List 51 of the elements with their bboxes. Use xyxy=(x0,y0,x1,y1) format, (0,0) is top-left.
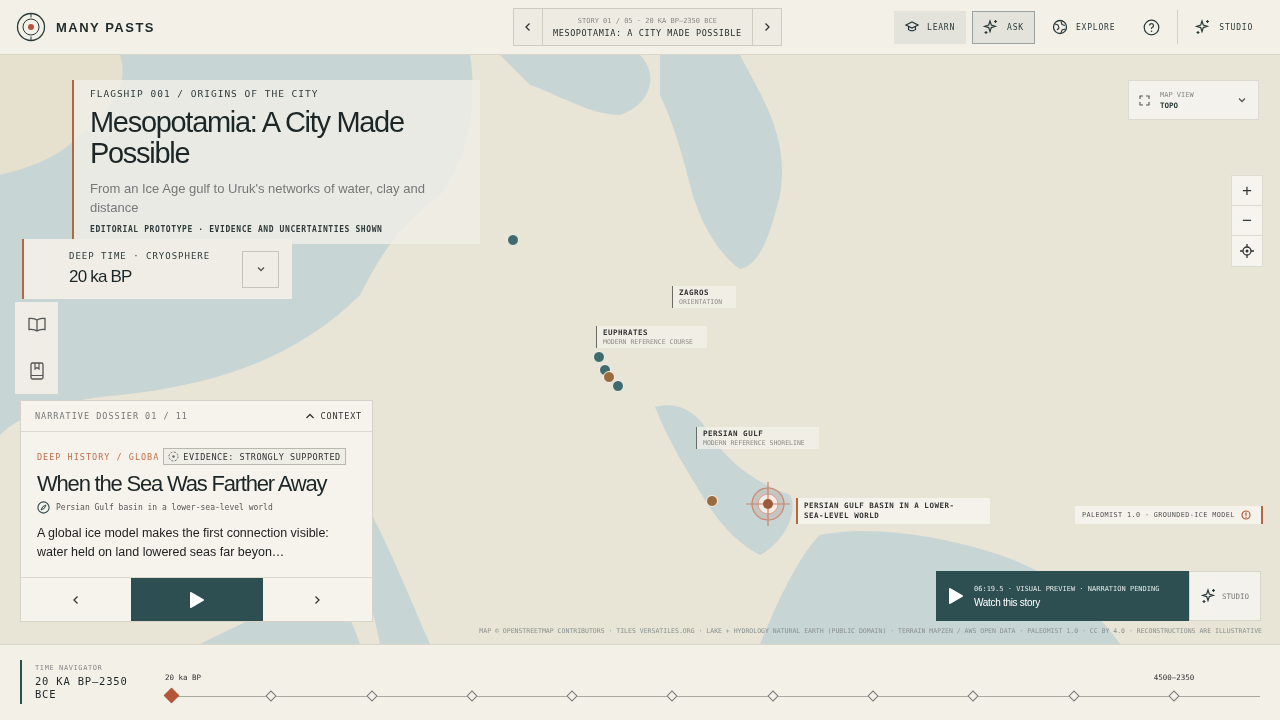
story-subtitle: From an Ice Age gulf to Uruk's networks of water, clay and distance xyxy=(90,180,426,217)
ask-button[interactable]: ASK xyxy=(972,10,1035,44)
chapter-summary: A global ice model makes the first connection visible: water held on land lowered seas far beyon… xyxy=(37,525,330,561)
dashed-circle-icon xyxy=(168,451,180,462)
studio-button[interactable]: STUDIO xyxy=(1184,10,1264,44)
explore-button[interactable]: EXPLORE xyxy=(1040,10,1127,44)
globe-icon xyxy=(1051,19,1068,35)
chevron-left-icon xyxy=(523,22,533,32)
timeline-stop[interactable] xyxy=(967,690,980,702)
time-range: 20 KA BP–2350 BCE xyxy=(35,675,129,701)
timeline-stop[interactable] xyxy=(767,690,779,702)
open-book-icon xyxy=(26,316,47,334)
timeline-stop[interactable] xyxy=(1168,690,1180,702)
evidence-badge: EVIDENCE: STRONGLY SUPPORTED xyxy=(163,448,346,465)
crosshair-icon xyxy=(1240,244,1254,258)
target-marker-icon xyxy=(744,480,792,528)
sparkle-icon xyxy=(983,19,1000,35)
timeline-stop[interactable] xyxy=(265,690,277,702)
timeline-stop[interactable] xyxy=(566,690,578,702)
logo-icon xyxy=(16,12,46,42)
compass-icon xyxy=(37,501,50,514)
dossier-category: DEEP HISTORY / GLOBA xyxy=(37,451,160,462)
story-eyebrow: FLAGSHIP 001 / ORIGINS OF THE CITY xyxy=(90,88,320,99)
zoom-in-button[interactable]: + xyxy=(1232,176,1262,206)
timeline-stop[interactable] xyxy=(466,690,478,702)
bookmark-icon xyxy=(27,361,46,381)
deep-time-value: 20 ka BP xyxy=(69,267,133,287)
context-toggle[interactable]: CONTEXT xyxy=(304,411,362,421)
sparkle-icon xyxy=(1195,19,1212,35)
chapter-location: Persian Gulf basin in a lower-sea-level world xyxy=(56,503,273,512)
play-button[interactable] xyxy=(130,578,263,621)
caret-icon xyxy=(304,412,315,420)
play-icon xyxy=(948,587,964,605)
help-icon xyxy=(1143,18,1161,36)
brand-name: MANY PASTS xyxy=(56,19,156,35)
sparkle-icon xyxy=(1200,588,1217,604)
timeline-stop[interactable] xyxy=(1068,690,1080,702)
info-icon xyxy=(1240,510,1251,520)
zoom-out-button[interactable]: − xyxy=(1232,206,1262,236)
play-icon xyxy=(188,590,205,609)
timeline-stop[interactable] xyxy=(867,690,879,702)
graduation-cap-icon xyxy=(905,21,919,33)
story-heading: Mesopotamia: A City Made Possible xyxy=(90,107,405,169)
timeline-stop[interactable] xyxy=(365,690,378,702)
prototype-note: EDITORIAL PROTOTYPE · EVIDENCE AND UNCERTAINTIES SHOWN xyxy=(90,225,384,234)
learn-button[interactable]: LEARN xyxy=(894,10,967,44)
chapter-title: When the Sea Was Farther Away xyxy=(37,471,328,497)
story-title: MESOPOTAMIA: A CITY MADE POSSIBLE xyxy=(553,27,742,38)
deep-time-label: DEEP TIME · CRYOSPHERE xyxy=(69,251,211,261)
dossier-header: NARRATIVE DOSSIER 01 / 11 xyxy=(35,411,188,421)
frame-icon xyxy=(1139,94,1150,106)
